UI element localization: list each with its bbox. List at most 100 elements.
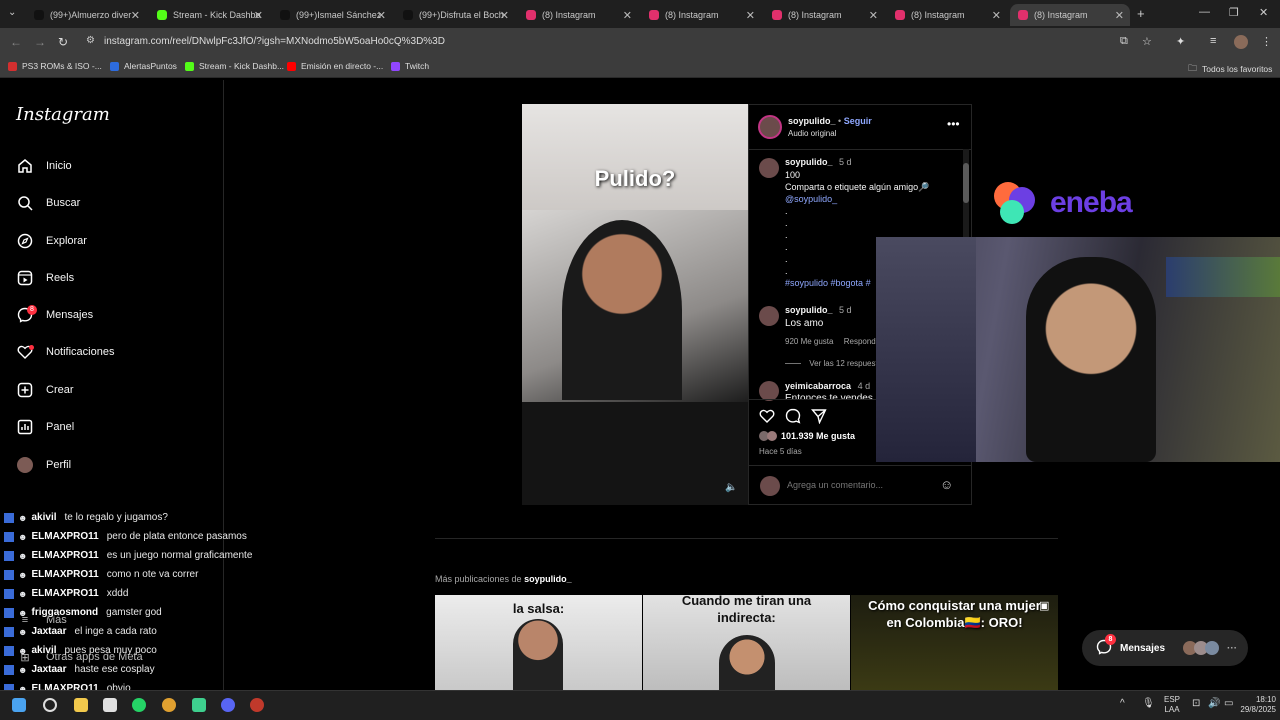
app-icon[interactable] — [250, 698, 264, 712]
caption-mention[interactable]: @soypulido_ — [785, 193, 961, 205]
discord-icon[interactable] — [221, 698, 235, 712]
tab-close-icon[interactable]: ✕ — [377, 9, 386, 22]
tab-close-icon[interactable]: ✕ — [131, 9, 140, 22]
view-replies[interactable]: Ver las 12 respuestas — [785, 359, 886, 368]
all-favorites[interactable]: 🗀 Todos los favoritos — [1188, 61, 1272, 77]
browser-tab[interactable]: (99+)Almuerzo diver ✕ — [26, 4, 146, 26]
browser-tab[interactable]: Stream - Kick Dashbo ✕ — [149, 4, 269, 26]
browser-tab[interactable]: (8) Instagram ✕ — [641, 4, 761, 26]
network-icon[interactable]: ⊡ — [1192, 698, 1200, 709]
forward-icon[interactable]: → — [34, 35, 46, 49]
tab-close-icon[interactable]: ✕ — [992, 9, 1001, 22]
bookmark-ps3[interactable]: PS3 ROMs & ISO -... — [8, 61, 102, 71]
tab-list-icon[interactable]: ⌄ — [8, 7, 16, 18]
caption-username[interactable]: soypulido_ — [785, 157, 833, 167]
start-icon[interactable] — [12, 698, 26, 712]
bookmark-star-icon[interactable]: ☆ — [1142, 35, 1152, 48]
tab-close-icon[interactable]: ✕ — [500, 9, 509, 22]
menu-kebab-icon[interactable]: ⋮ — [1261, 35, 1272, 48]
bookmark-kick[interactable]: Stream - Kick Dashb... — [185, 61, 284, 71]
volume-tray-icon[interactable]: 🔊 — [1208, 698, 1220, 709]
site-info-icon[interactable]: ⚙ — [86, 35, 95, 46]
video-caption-text: Pulido? — [594, 166, 676, 191]
audio-label[interactable]: Audio original — [788, 129, 836, 138]
sidebar-item-reels[interactable]: Reels — [16, 269, 74, 287]
chat-message: ☻ ELMAXPRO11 como n ote va correr — [4, 569, 198, 580]
comment-icon[interactable] — [785, 408, 801, 429]
install-app-icon[interactable]: ⧉ — [1120, 35, 1128, 48]
share-icon[interactable] — [810, 408, 827, 429]
like-heart-icon[interactable] — [759, 408, 775, 429]
language-indicator[interactable]: ESP LAA — [1164, 695, 1180, 715]
chrome-icon[interactable] — [162, 698, 176, 712]
tab-label: (8) Instagram — [788, 10, 842, 20]
instagram-logo[interactable]: Instagram — [16, 104, 110, 125]
reel-video[interactable]: Pulido? 🔈 — [522, 104, 748, 505]
more-post-thumb[interactable]: Cuando me tiran una indirecta: — [643, 595, 850, 690]
store-icon[interactable] — [103, 698, 117, 712]
liker-avatar[interactable] — [767, 431, 777, 441]
battery-icon[interactable]: ▭ — [1224, 698, 1233, 709]
volume-icon[interactable]: 🔈 — [725, 482, 737, 493]
tab-close-icon[interactable]: ✕ — [1115, 9, 1124, 22]
browser-tab[interactable]: (8) Instagram ✕ — [764, 4, 884, 26]
browser-tab[interactable]: (8) Instagram ✕ — [518, 4, 638, 26]
reload-icon[interactable]: ↻ — [58, 35, 68, 49]
browser-tab[interactable]: (99+)Ismael Sánchez ✕ — [272, 4, 392, 26]
sidebar-item-explorar[interactable]: Explorar — [16, 232, 87, 250]
restore-icon[interactable]: ❐ — [1229, 6, 1239, 19]
chat-text: pero de plata entonce pasamos — [106, 531, 247, 542]
sidebar-item-buscar[interactable]: Buscar — [16, 194, 80, 212]
tab-close-icon[interactable]: ✕ — [254, 9, 263, 22]
more-options-icon[interactable]: ••• — [947, 117, 960, 131]
taskbar-search-icon[interactable] — [43, 698, 57, 712]
comment-username[interactable]: yeimicabarroca — [785, 381, 851, 391]
tab-close-icon[interactable]: ✕ — [746, 9, 755, 22]
comment-likes[interactable]: 920 Me gusta — [785, 337, 833, 346]
chat-username: ELMAXPRO11 — [31, 588, 99, 599]
recent-avatar — [1205, 641, 1220, 655]
sidebar-item-panel[interactable]: Panel — [16, 418, 74, 436]
browser-tab[interactable]: (99+)Disfruta el Boch ✕ — [395, 4, 515, 26]
comment-avatar[interactable] — [759, 381, 779, 401]
sidebar-item-crear[interactable]: Crear — [16, 381, 74, 399]
minimize-icon[interactable]: — — [1199, 6, 1210, 18]
comment-username[interactable]: soypulido_ — [785, 305, 833, 315]
new-tab-button[interactable]: + — [1137, 6, 1145, 21]
messages-floating-button[interactable]: 8 Mensajes ··· — [1082, 630, 1248, 666]
tray-chevron-icon[interactable]: ^ — [1120, 698, 1125, 709]
emoji-icon[interactable]: ☺ — [940, 477, 953, 492]
likes-count[interactable]: 101.939 Me gusta — [781, 431, 855, 441]
bookmark-twitch[interactable]: Twitch — [391, 61, 429, 71]
more-post-thumb[interactable]: Cómo conquistar una mujer en Colombia🇨🇴:… — [851, 595, 1058, 690]
browser-tab[interactable]: (8) Instagram ✕ — [887, 4, 1007, 26]
profile-avatar[interactable] — [1234, 35, 1248, 49]
more-post-thumb[interactable]: la salsa: — [435, 595, 642, 690]
plus-icon — [16, 381, 34, 399]
app-icon[interactable] — [192, 698, 206, 712]
scrollbar-thumb[interactable] — [963, 163, 969, 203]
extensions-icon[interactable]: ✦ — [1176, 35, 1185, 48]
follow-button[interactable]: Seguir — [844, 116, 872, 126]
url-field[interactable]: instagram.com/reel/DNwlpFc3JfO/?igsh=MXN… — [104, 36, 445, 47]
clock[interactable]: 18:10 29/8/2025 — [1236, 695, 1276, 715]
close-window-icon[interactable]: ✕ — [1259, 6, 1268, 19]
sidebar-item-perfil[interactable]: Perfil — [16, 456, 71, 474]
author-username[interactable]: soypulido_ — [788, 116, 836, 126]
browser-tab[interactable]: (8) Instagram ✕ — [1010, 4, 1130, 26]
caption-avatar[interactable] — [759, 158, 779, 178]
comment-avatar[interactable] — [759, 306, 779, 326]
tab-close-icon[interactable]: ✕ — [869, 9, 878, 22]
bookmark-alertas[interactable]: AlertasPuntos — [110, 61, 177, 71]
author-avatar[interactable] — [758, 115, 782, 139]
file-explorer-icon[interactable] — [74, 698, 88, 712]
media-control-icon[interactable]: ≡ — [1210, 35, 1216, 47]
sidebar-item-inicio[interactable]: Inicio — [16, 157, 72, 175]
tab-close-icon[interactable]: ✕ — [623, 9, 632, 22]
mic-icon[interactable]: 🎙 — [1142, 698, 1155, 709]
back-icon[interactable]: ← — [10, 35, 22, 49]
whatsapp-icon[interactable] — [132, 698, 146, 712]
comment-input[interactable] — [787, 477, 927, 493]
bookmark-youtube[interactable]: Emisión en directo -... — [287, 61, 383, 71]
more-posts-username[interactable]: soypulido_ — [524, 574, 572, 584]
